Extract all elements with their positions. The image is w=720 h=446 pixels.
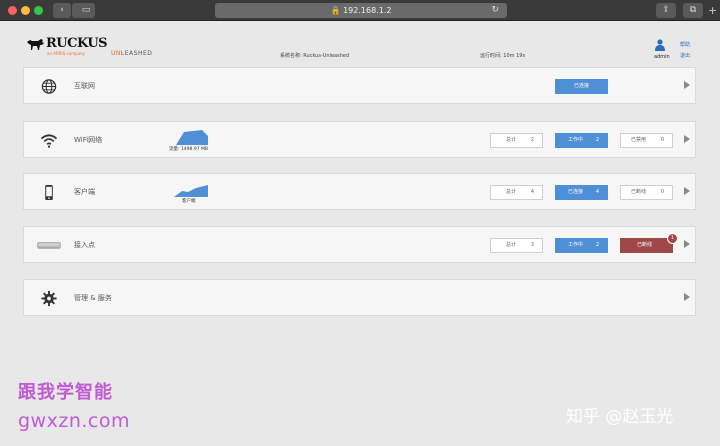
aps-offline-box[interactable]: 已断线 1 xyxy=(620,233,678,253)
wifi-active-box[interactable]: 工作中 2 xyxy=(555,133,608,148)
alert-count-badge: 1 xyxy=(667,233,678,244)
back-button[interactable]: ‹ xyxy=(53,3,71,18)
clients-chart-label: 客户端 xyxy=(182,199,196,204)
expand-arrow-icon[interactable] xyxy=(684,293,690,301)
brand-name: RUCKUS xyxy=(46,36,108,51)
user-icon[interactable] xyxy=(655,39,665,51)
watermark-url: gwxzn.com xyxy=(18,410,130,432)
aps-active-value: 2 xyxy=(595,242,599,248)
clients-title: 客户端 xyxy=(74,188,95,196)
dog-logo-icon xyxy=(27,39,44,50)
wifi-active-label: 工作中 xyxy=(568,137,584,143)
admin-services-title: 管理 & 服务 xyxy=(74,294,112,302)
clients-total-box[interactable]: 总计 4 xyxy=(490,185,543,200)
aps-offline-label: 已断线 xyxy=(637,242,653,248)
author-credit: 知乎 @赵玉光 xyxy=(566,407,674,427)
wifi-disabled-label: 已禁用 xyxy=(631,137,647,143)
admin-services-panel[interactable]: 管理 & 服务 xyxy=(23,279,696,316)
clients-chart xyxy=(174,185,208,197)
gear-icon xyxy=(41,290,57,307)
clients-connected-box[interactable]: 已连接 4 xyxy=(555,185,608,200)
expand-arrow-icon[interactable] xyxy=(684,187,690,195)
aps-total-box[interactable]: 总计 3 xyxy=(490,238,543,253)
wifi-active-value: 2 xyxy=(595,137,599,143)
internet-panel[interactable]: 互联网 已连接 xyxy=(23,67,696,104)
ruckus-logo: RUCKUS an ARRIS company UNLEASHED xyxy=(24,34,169,58)
wifi-title: WiFi网络 xyxy=(74,136,103,144)
clients-total-label: 总计 xyxy=(506,189,517,195)
globe-icon xyxy=(41,79,57,94)
url-text: 192.168.1.2 xyxy=(343,6,392,15)
wifi-icon xyxy=(40,134,58,148)
wifi-panel[interactable]: WiFi网络 流量: 1498.97 MB 总计 2 工作中 2 已禁用 0 xyxy=(23,121,696,158)
clients-panel[interactable]: 客户端 客户端 总计 4 已连接 4 已断线 0 xyxy=(23,173,696,210)
expand-arrow-icon[interactable] xyxy=(684,135,690,143)
clients-connected-label: 已连接 xyxy=(568,189,584,195)
access-points-title: 接入点 xyxy=(74,241,95,249)
product-name: UNLEASHED xyxy=(111,50,152,57)
product-name-prefix: UN xyxy=(111,50,121,57)
sidebar-icon: ▭ xyxy=(81,5,91,15)
wifi-traffic-label: 流量: 1498.97 MB xyxy=(169,147,208,152)
aps-active-box[interactable]: 工作中 2 xyxy=(555,238,608,253)
system-name: 系统名称: Ruckus-Unleashed xyxy=(280,53,350,59)
clients-disconnected-value: 0 xyxy=(660,189,664,195)
access-points-panel[interactable]: 接入点 总计 3 工作中 2 已断线 1 xyxy=(23,226,696,263)
wifi-disabled-box[interactable]: 已禁用 0 xyxy=(620,133,673,148)
maximize-window-button[interactable] xyxy=(34,6,43,15)
app-header: RUCKUS an ARRIS company UNLEASHED 系统名称: … xyxy=(0,21,720,64)
wifi-disabled-value: 0 xyxy=(660,137,664,143)
expand-arrow-icon[interactable] xyxy=(684,240,690,248)
uptime: 运行时间: 10m 19s xyxy=(480,53,526,59)
product-name-suffix: LEASHED xyxy=(120,50,153,57)
watermark-title: 跟我学智能 xyxy=(18,382,113,403)
share-icon: ⇪ xyxy=(662,5,670,15)
minimize-window-button[interactable] xyxy=(21,6,30,15)
new-tab-button[interactable]: + xyxy=(708,3,717,18)
expand-arrow-icon[interactable] xyxy=(684,81,690,89)
wifi-total-value: 2 xyxy=(530,137,534,143)
close-window-button[interactable] xyxy=(8,6,17,15)
internet-status-badge[interactable]: 已连接 xyxy=(555,79,608,94)
access-point-icon xyxy=(37,242,61,249)
wifi-traffic-chart xyxy=(176,130,208,145)
phone-icon xyxy=(45,184,53,201)
browser-toolbar: ‹ › ▭ 🔒 192.168.1.2 ↻ ⇪ ⧉ + xyxy=(0,0,720,21)
brand-subtitle: an ARRIS company xyxy=(47,51,85,56)
logout-link[interactable]: 退出 xyxy=(680,52,690,59)
tab-overview-button[interactable]: ⧉ xyxy=(683,3,703,18)
internet-title: 互联网 xyxy=(74,82,95,90)
clients-disconnected-label: 已断线 xyxy=(631,189,647,195)
wifi-total-label: 总计 xyxy=(506,137,517,143)
clients-connected-value: 4 xyxy=(595,189,599,195)
wifi-total-box[interactable]: 总计 2 xyxy=(490,133,543,148)
clients-total-value: 4 xyxy=(530,189,534,195)
sidebar-toggle-button[interactable]: ▭ xyxy=(77,3,95,18)
tabs-icon: ⧉ xyxy=(689,5,697,15)
aps-total-label: 总计 xyxy=(506,242,517,248)
internet-status-label: 已连接 xyxy=(573,83,589,89)
help-link[interactable]: 帮助 xyxy=(680,41,690,48)
reload-icon[interactable]: ↻ xyxy=(491,3,499,18)
lock-icon: 🔒 xyxy=(330,6,341,15)
aps-total-value: 3 xyxy=(530,242,534,248)
address-bar[interactable]: 🔒 192.168.1.2 ↻ xyxy=(215,3,507,18)
chevron-left-icon: ‹ xyxy=(60,5,64,15)
user-name: admin xyxy=(654,54,670,60)
clients-disconnected-box[interactable]: 已断线 0 xyxy=(620,185,673,200)
aps-active-label: 工作中 xyxy=(568,242,584,248)
share-button[interactable]: ⇪ xyxy=(656,3,676,18)
